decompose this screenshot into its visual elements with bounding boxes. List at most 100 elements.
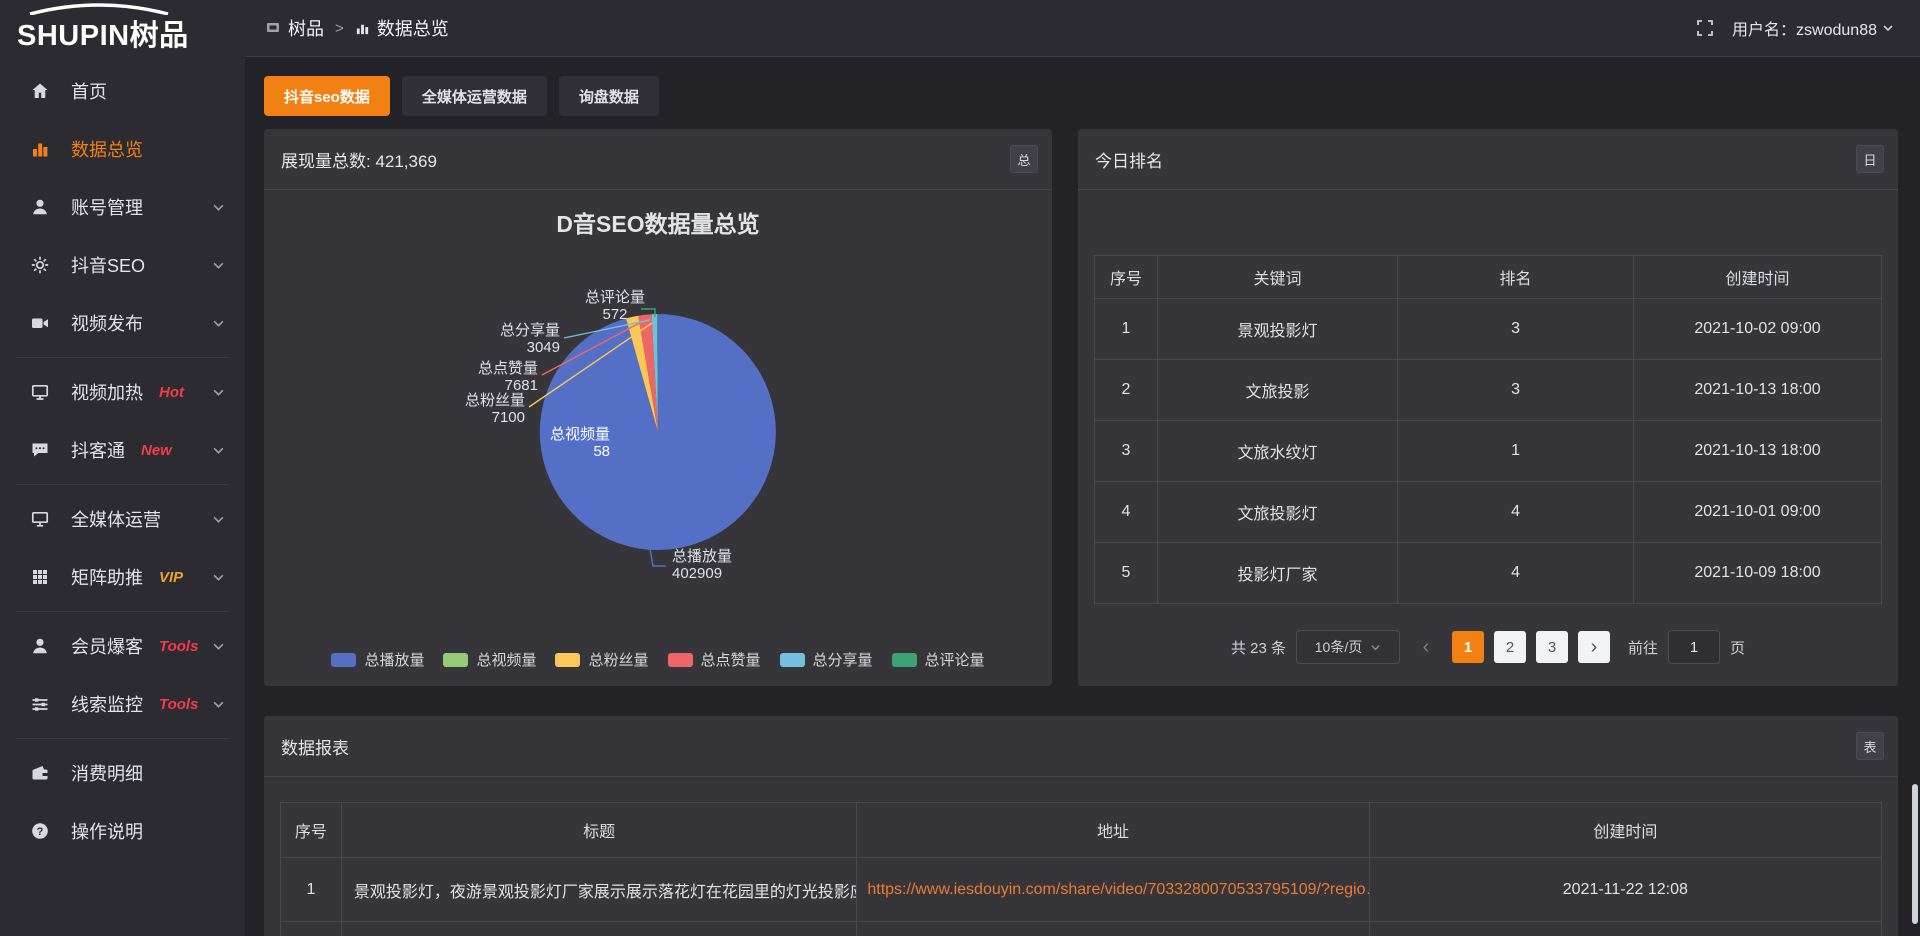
sidebar-item-account[interactable]: 账号管理	[0, 178, 245, 236]
user-icon	[30, 196, 52, 218]
bar-chart-icon	[30, 138, 52, 160]
legend-label: 总视频量	[476, 649, 536, 670]
sidebar-badge: VIP	[159, 569, 183, 586]
legend-chip	[555, 653, 580, 667]
prev-page-button[interactable]: ‹	[1410, 631, 1442, 663]
table-cell: 4	[1397, 543, 1633, 604]
sidebar-item-video-heat[interactable]: 视频加热Hot	[0, 363, 245, 421]
chevron-down-icon	[212, 640, 225, 653]
topbar: SHUPIN树品 树品 > 数据总览 用户名：zswodun88	[0, 0, 1920, 56]
bar-chart-icon	[355, 21, 370, 36]
table-cell: 3	[1095, 421, 1158, 482]
page-size-select[interactable]: 10条/页	[1296, 630, 1400, 664]
legend-label: 总点赞量	[701, 649, 761, 670]
table-toggle-button[interactable]: 表	[1856, 732, 1884, 760]
video-link[interactable]: https://www.iesdouyin.com/share/video/70…	[857, 858, 1369, 922]
chevron-down-icon	[212, 698, 225, 711]
table-cell	[281, 922, 342, 936]
sidebar-item-label: 会员爆客	[71, 633, 143, 659]
sidebar-item-label: 消费明细	[71, 760, 143, 786]
page-button-2[interactable]: 2	[1494, 631, 1526, 663]
table-cell: 3	[1397, 299, 1633, 360]
legend-item-总粉丝量[interactable]: 总粉丝量	[555, 649, 648, 670]
fullscreen-icon[interactable]	[1696, 19, 1714, 37]
sliders-icon	[30, 693, 52, 715]
ranking-panel: 今日排名 日 序号关键词排名创建时间1景观投影灯32021-10-02 09:0…	[1078, 129, 1898, 686]
tab-media-operation-data[interactable]: 全媒体运营数据	[402, 76, 547, 116]
slice-label-name: 总视频量	[550, 426, 610, 443]
scrollbar-thumb[interactable]	[1912, 784, 1918, 924]
tab-inquiry-data[interactable]: 询盘数据	[559, 76, 659, 116]
table-cell: 景观投影灯	[1157, 299, 1397, 360]
table-cell: 2	[1095, 360, 1158, 421]
table-cell	[1369, 922, 1881, 936]
legend-item-总分享量[interactable]: 总分享量	[780, 649, 873, 670]
chevron-down-icon	[1882, 22, 1894, 34]
table-cell: 1	[1095, 299, 1158, 360]
legend-item-总播放量[interactable]: 总播放量	[331, 649, 424, 670]
user-menu[interactable]: 用户名：zswodun88	[1732, 16, 1894, 40]
slice-label-value: 58	[593, 443, 610, 460]
sidebar-item-clue-monitor[interactable]: 线索监控Tools	[0, 675, 245, 733]
slice-label-value: 7681	[505, 377, 538, 394]
sidebar-item-label: 账号管理	[71, 194, 143, 220]
sidebar-divider	[16, 357, 229, 358]
header-divider	[245, 56, 1920, 57]
sidebar-item-label: 矩阵助推	[71, 564, 143, 590]
table-cell: 文旅投影	[1157, 360, 1397, 421]
breadcrumb-current: 数据总览	[377, 15, 449, 41]
page-button-1[interactable]: 1	[1452, 631, 1484, 663]
sidebar-item-matrix-boost[interactable]: 矩阵助推 VIP	[0, 548, 245, 606]
column-header: 标题	[341, 803, 857, 858]
member-icon	[30, 635, 52, 657]
legend-chip	[443, 653, 468, 667]
legend-item-总评论量[interactable]: 总评论量	[892, 649, 985, 670]
legend-chip	[668, 653, 693, 667]
sidebar-item-media-operation[interactable]: 全媒体运营	[0, 490, 245, 548]
table-cell	[341, 922, 857, 936]
main-content: 抖音seo数据 全媒体运营数据 询盘数据 展现量总数: 421,369 总 D音…	[245, 57, 1920, 936]
chart-legend: 总播放量 总视频量总粉丝量 总点赞量总分享量总评论量	[264, 649, 1052, 670]
legend-item-总视频量[interactable]: 总视频量	[443, 649, 536, 670]
total-toggle-button[interactable]: 总	[1010, 145, 1038, 173]
breadcrumb-separator: >	[335, 20, 344, 37]
table-row: 3文旅水纹灯12021-10-13 18:00	[1095, 421, 1882, 482]
column-header: 关键词	[1157, 256, 1397, 299]
table-cell: 文旅水纹灯	[1157, 421, 1397, 482]
chevron-down-icon	[1370, 642, 1381, 653]
sidebar-item-consume-detail[interactable]: 消费明细	[0, 744, 245, 802]
legend-label: 总播放量	[364, 649, 424, 670]
column-header: 序号	[281, 803, 342, 858]
page-button-3[interactable]: 3	[1536, 631, 1568, 663]
tab-douyin-seo-data[interactable]: 抖音seo数据	[264, 76, 390, 116]
sidebar-item-douyin-seo[interactable]: 抖音SEO	[0, 236, 245, 294]
column-header: 排名	[1397, 256, 1633, 299]
breadcrumb-root[interactable]: 树品	[288, 15, 324, 41]
legend-item-总点赞量[interactable]: 总点赞量	[668, 649, 761, 670]
sidebar-item-help[interactable]: ?操作说明	[0, 802, 245, 860]
sidebar-item-data-overview[interactable]: 数据总览	[0, 120, 245, 178]
goto-page-input[interactable]	[1668, 630, 1720, 664]
sidebar-item-label: 首页	[71, 78, 107, 104]
table-cell	[857, 922, 1369, 936]
sidebar-item-label: 抖音SEO	[71, 252, 145, 278]
next-page-button[interactable]: ›	[1578, 631, 1610, 663]
sidebar-item-video-publish[interactable]: 视频发布	[0, 294, 245, 352]
table-row: 4文旅投影灯42021-10-01 09:00	[1095, 482, 1882, 543]
pagination: 共 23 条 10条/页 ‹ 123 › 前往 页	[1078, 630, 1898, 664]
sidebar-item-member-baoke[interactable]: 会员爆客Tools	[0, 617, 245, 675]
day-toggle-button[interactable]: 日	[1856, 145, 1884, 173]
sidebar-menu: 首页数据总览账号管理抖音SEO视频发布视频加热Hot抖客通New全媒体运营矩阵助…	[0, 56, 245, 936]
table-cell: 4	[1095, 482, 1158, 543]
table-row: 1景观投影灯32021-10-02 09:00	[1095, 299, 1882, 360]
sidebar-badge: New	[141, 442, 172, 459]
table-cell: 1	[281, 858, 342, 922]
table-cell: 5	[1095, 543, 1158, 604]
slice-label-name: 总粉丝量	[465, 392, 525, 409]
overview-panel-title: 展现量总数: 421,369	[264, 129, 1052, 190]
sidebar-item-douketong[interactable]: 抖客通New	[0, 421, 245, 479]
table-cell: 景观投影灯，夜游景观投影灯厂家展示展示落花灯在花园里的灯光投影应用效果 #	[341, 858, 857, 922]
table-cell: 2021-10-09 18:00	[1634, 543, 1882, 604]
sidebar-item-home[interactable]: 首页	[0, 62, 245, 120]
table-cell: 3	[1397, 360, 1633, 421]
